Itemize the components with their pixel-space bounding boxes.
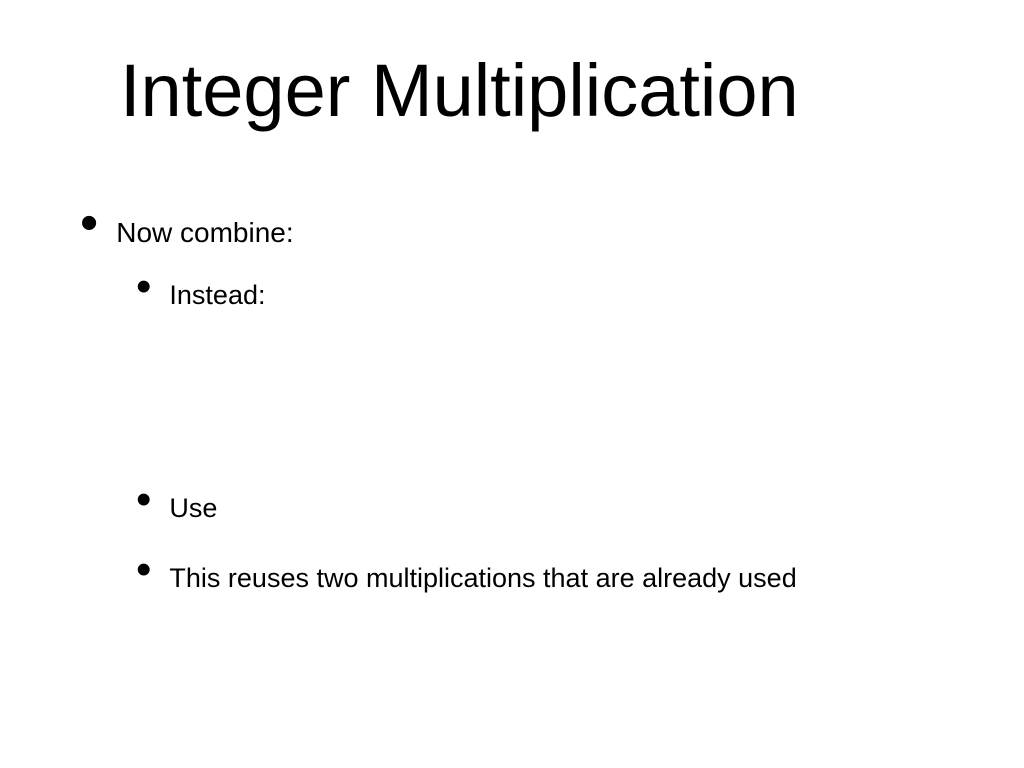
bullet-instead: • Instead: xyxy=(136,277,265,311)
bullet-text: Now combine: xyxy=(116,217,293,249)
bullet-text: This reuses two multiplications that are… xyxy=(169,563,796,594)
bullet-dot-icon: • xyxy=(80,208,98,239)
bullet-dot-icon: • xyxy=(136,274,151,300)
bullet-reuses: • This reuses two multiplications that a… xyxy=(136,560,797,594)
bullet-text: Instead: xyxy=(169,280,265,311)
bullet-text: Use xyxy=(169,493,217,524)
slide-title: Integer Multiplication xyxy=(120,48,799,133)
bullet-dot-icon: • xyxy=(136,487,151,513)
bullet-use: • Use xyxy=(136,490,217,524)
bullet-now-combine: • Now combine: xyxy=(80,210,294,249)
bullet-dot-icon: • xyxy=(136,557,151,583)
